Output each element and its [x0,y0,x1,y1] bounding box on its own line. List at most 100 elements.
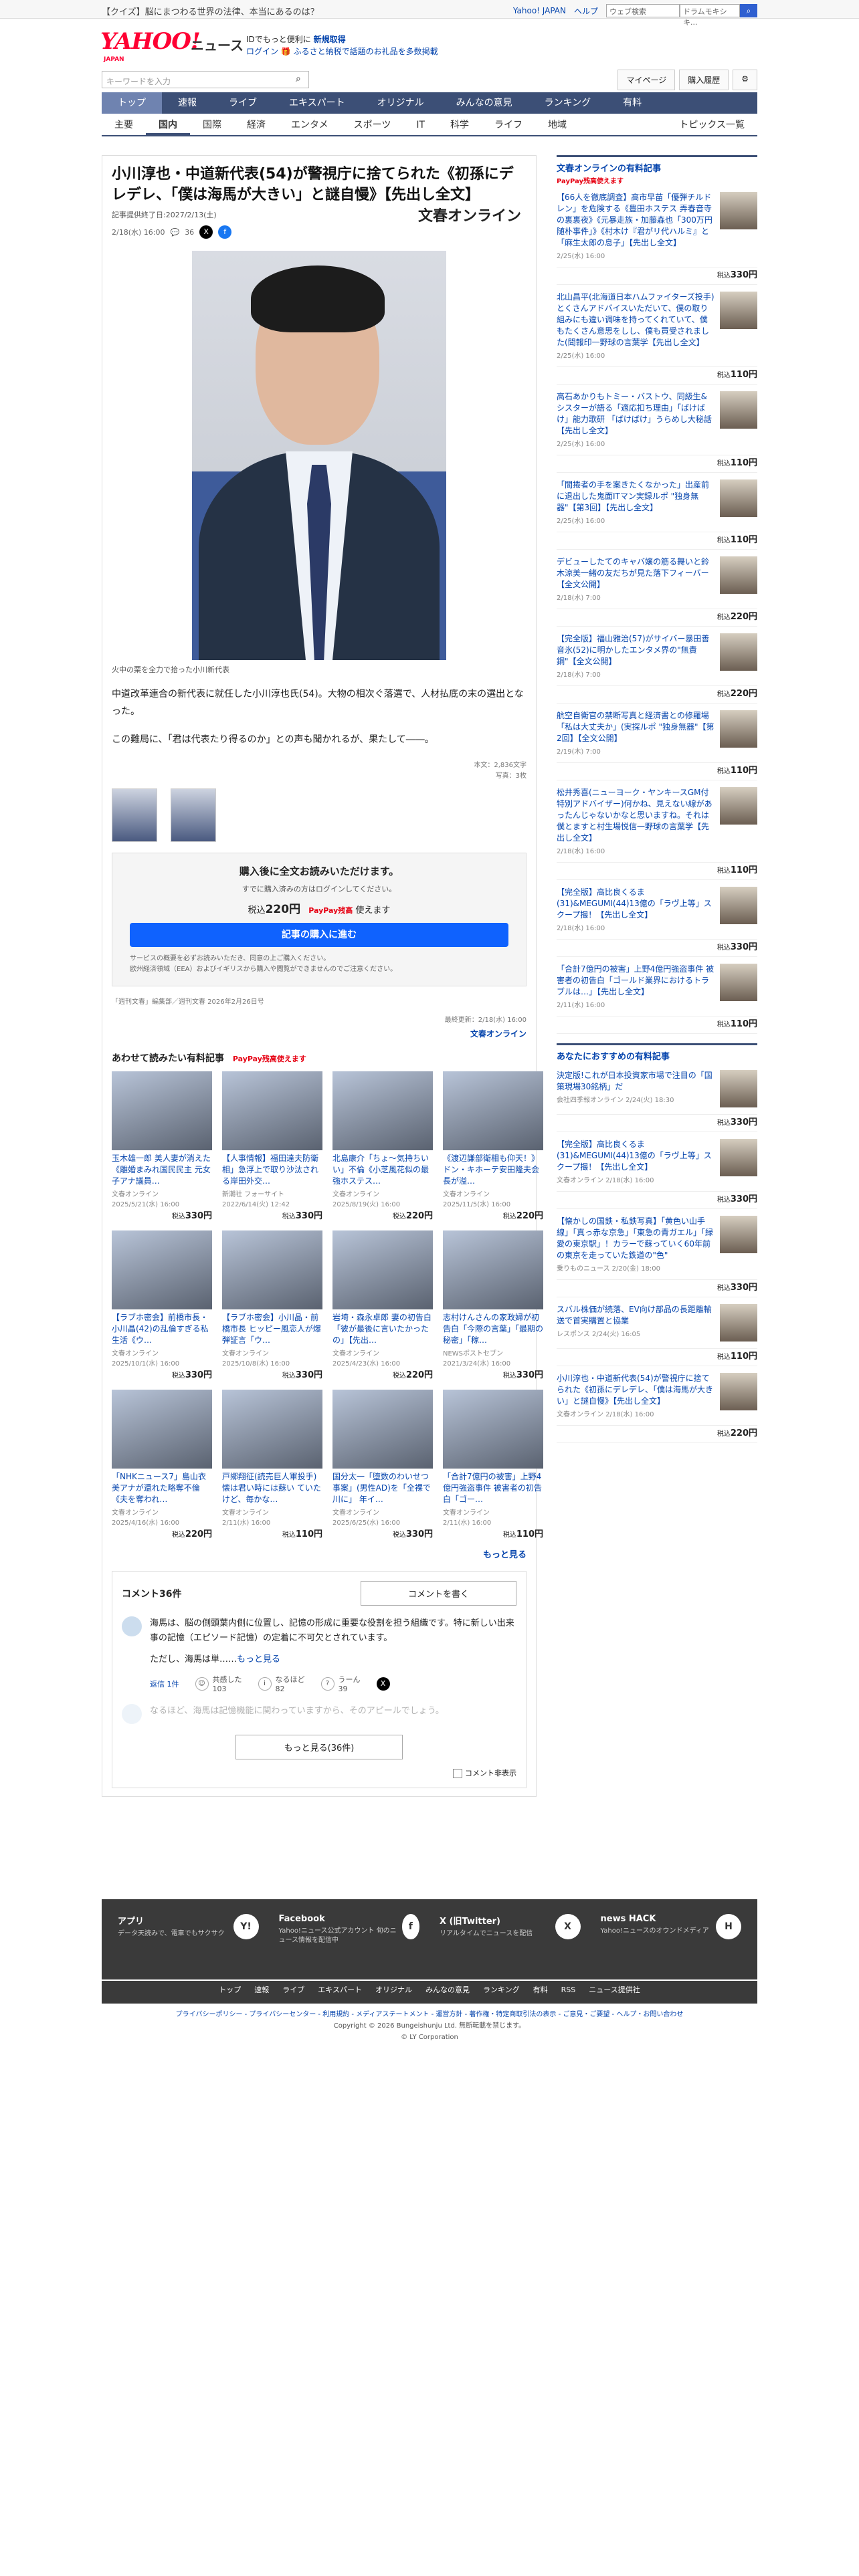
sidebar-thumbnail[interactable] [720,1304,757,1341]
gear-icon[interactable]: ⚙ [733,70,757,90]
cat-life[interactable]: ライフ [482,114,535,135]
footer-nav-item[interactable]: トップ [219,1981,241,2004]
footer-column-title[interactable]: news HACK [601,1914,709,1924]
sidebar-thumbnail[interactable] [720,556,757,594]
sidebar-item[interactable]: 高石あかりもトミー・バストウ、同級生&シスターが語る「適応扣ち理由」「ばけばけ」… [557,385,757,455]
sidebar-item-title[interactable]: 北山昌平(北海道日本ハムファイターズ投手)とくさんアドバイスいただいて、僕の取り… [557,292,714,348]
article-thumbnail[interactable] [112,1071,212,1150]
reaction-insight[interactable]: i なるほど 82 [258,1674,305,1693]
article-thumbnail[interactable] [332,1071,433,1150]
paid-article-card[interactable]: 北島康介「ちょ～気持ちいい」不倫《小芝風花似の最強ホステス… 文春オンライン 202… [332,1071,433,1221]
login-link[interactable]: ログイン [246,47,278,56]
purchase-history-button[interactable]: 購入履歴 [679,70,729,90]
sidebar-item-title[interactable]: 「間捲者の手を案きたくなかった」出産前に退出した鬼面ITマン実録ルポ "独身無器… [557,479,714,514]
cat-economy[interactable]: 経済 [234,114,278,135]
sidebar-item[interactable]: 北山昌平(北海道日本ハムファイターズ投手)とくさんアドバイスいただいて、僕の取り… [557,285,757,367]
sidebar-item[interactable]: 【完全版】福山雅治(57)がサイバー暴田善音氷(52)に明かしたエンタメ界の"無… [557,627,757,686]
sidebar-item-title[interactable]: 【完全版】高比良くるま(31)&MEGUMI(44)13億の「ラヴ上等」スクープ… [557,887,714,921]
sidebar-item-title[interactable]: 決定版!これが日本投資家市場で注目の「国策現場30銘柄」だ [557,1070,714,1093]
sidebar-item[interactable]: 決定版!これが日本投資家市場で注目の「国策現場30銘柄」だ 会社四季報オンライン … [557,1063,757,1115]
article-thumbnail[interactable] [112,1230,212,1309]
sidebar-item-title[interactable]: スバル株価が続落、EV向け部品の長距離輸送で首実購置と協業 [557,1304,714,1327]
sidebar-item[interactable]: 「間捲者の手を案きたくなかった」出産前に退出した鬼面ITマン実録ルポ "独身無器… [557,473,757,532]
footer-nav-item[interactable]: 有料 [533,1981,548,2004]
footer-app-icon[interactable]: Y! [233,1914,259,1939]
yahoo-japan-link[interactable]: Yahoo! JAPAN [513,6,566,15]
sidebar-item[interactable]: 【完全版】高比良くるま(31)&MEGUMI(44)13億の「ラヴ上等」スクープ… [557,1132,757,1192]
x-share-icon[interactable]: X [376,1677,390,1691]
sidebar-item[interactable]: 松井秀喜(ニューヨーク・ヤンキースGM付特別アドバイザー)何かね、見えない線があ… [557,780,757,863]
gnav-opinion[interactable]: みんなの意見 [440,92,529,114]
footer-app-icon[interactable]: H [716,1914,741,1939]
paid-article-card[interactable]: 【ラブホ密会】小川晶・前橋市長 ヒッピー風恋人が爆弾証言「ウ… 文春オンライン 20… [222,1230,322,1380]
footer-app-icon[interactable]: f [401,1914,419,1939]
reaction-agree[interactable]: ☺ 共感した 103 [195,1674,242,1693]
cat-entertainment[interactable]: エンタメ [278,114,341,135]
gnav-original[interactable]: オリジナル [361,92,440,114]
sidebar-item-title[interactable]: 【完全版】高比良くるま(31)&MEGUMI(44)13億の「ラヴ上等」スクープ… [557,1139,714,1173]
sidebar-item[interactable]: 【66人を徹底調査】高市早苗「優弾チルドレン」を危険する《豊田ホステス 弄春音寺… [557,185,757,267]
thumbnail[interactable] [112,788,157,842]
cat-science[interactable]: 科学 [438,114,482,135]
sidebar-thumbnail[interactable] [720,479,757,517]
footer-column-title[interactable]: X (旧Twitter) [440,1914,533,1927]
sidebar-thumbnail[interactable] [720,391,757,429]
paid-article-card[interactable]: 「NHKニュース7」島山衣美アナが還れた略奪不倫《夫を奪われ… 文春オンライン 20… [112,1390,212,1539]
search-icon[interactable]: ⌕ [296,74,301,84]
paid-article-card[interactable]: 岩埼・森永卓郎 妻の初告白「彼が最後に言いたかったの」【先出… 文春オンライン 20… [332,1230,433,1380]
legal-links[interactable]: プライバシーポリシー - プライバシーセンター - 利用規約 - メディアステー… [102,2009,757,2020]
article-thumbnail[interactable] [332,1390,433,1469]
gnav-ranking[interactable]: ランキング [529,92,607,114]
sidebar-item[interactable]: スバル株価が続落、EV向け部品の長距離輸送で首実購置と協業 レスポンス 2/24(… [557,1297,757,1349]
paid-article-card[interactable]: 【ラブホ密会】前橋市長・小川晶(42)の乱倫すぎる私生活《ウ… 文春オンライン 20… [112,1230,212,1380]
article-thumbnail[interactable] [443,1390,543,1469]
thumbnail[interactable] [171,788,216,842]
article-title[interactable]: 戸郷翔征(読売巨人軍投手)懐は君い時には蘇い ていたけど、毎かな… [222,1471,322,1505]
sidebar-item-title[interactable]: 松井秀喜(ニューヨーク・ヤンキースGM付特別アドバイザー)何かね、見えない線があ… [557,787,714,844]
footer-nav-item[interactable]: みんなの意見 [425,1981,470,2004]
trend-search-input[interactable]: ドラムモキシキ... [680,4,740,27]
furusato-link[interactable]: ふるさと納税で話題のお礼品を多数掲載 [294,47,438,56]
quiz-promo-link[interactable]: 【クイズ】脳にまつわる世界の法律、本当にあるのは？ [102,5,319,17]
article-title[interactable]: 志村けんさんの家政婦が初告白「今際の言葉」「最期の秘密」「稼… [443,1312,543,1346]
sidebar-item[interactable]: 【完全版】高比良くるま(31)&MEGUMI(44)13億の「ラヴ上等」スクープ… [557,880,757,940]
paid-article-card[interactable]: 「合計7億円の被害」上野4億円強盗事件 被害者の初告白「ゴー… 文春オンライン 2/… [443,1390,543,1539]
sidebar-item[interactable]: 【懐かしの国鉄・私鉄写真】「黄色い山手線」「真っ赤な京急」「東急の青ガエル」「緑… [557,1209,757,1280]
paid-article-card[interactable]: 志村けんさんの家政婦が初告白「今際の言葉」「最期の秘密」「稼… NEWSポストセブ… [443,1230,543,1380]
paid-article-card[interactable]: 国分太一「堕数のわいせつ事案」(男性AD)を「全裸で川に」 年イ… 文春オンライン… [332,1390,433,1539]
sidebar-thumbnail[interactable] [720,710,757,748]
sidebar-item-title[interactable]: 【66人を徹底調査】高市早苗「優弾チルドレン」を危険する《豊田ホステス 弄春音寺… [557,192,714,249]
article-title[interactable]: 国分太一「堕数のわいせつ事案」(男性AD)を「全裸で川に」 年イ… [332,1471,433,1505]
article-title[interactable]: 《渡辺謙部衛相も仰天！》ドン・キホーテ安田隆夫会長が溢… [443,1153,543,1187]
article-thumbnail[interactable] [332,1230,433,1309]
article-title[interactable]: 【人事情報】福田達夫防衛相」急浮上で取り沙汰される岸田外交… [222,1153,322,1187]
article-thumbnail[interactable] [443,1230,543,1309]
topics-list-link[interactable]: トピックス一覧 [666,114,757,136]
gnav-top[interactable]: トップ [102,92,162,114]
avatar[interactable] [122,1704,142,1724]
sidebar-thumbnail[interactable] [720,964,757,1001]
footer-column-title[interactable]: Facebook [279,1914,402,1924]
sidebar-item-title[interactable]: 航空自衛官の禁断写真と経済書との修羅場「私は大丈夫か」(実探ルポ "独身無器"【… [557,710,714,744]
cat-domestic[interactable]: 国内 [146,114,190,135]
checkbox[interactable] [453,1769,462,1778]
x-share-icon[interactable]: X [199,225,213,239]
search-icon[interactable]: ⌕ [740,4,757,17]
web-search-input[interactable]: ウェブ検索 [606,4,680,17]
sidebar-item-title[interactable]: 高石あかりもトミー・バストウ、同級生&シスターが語る「適応扣ち理由」「ばけばけ」… [557,391,714,437]
article-thumbnail[interactable] [222,1230,322,1309]
article-title[interactable]: 岩埼・森永卓郎 妻の初告白「彼が最後に言いたかったの」【先出… [332,1312,433,1346]
article-thumbnail[interactable] [222,1390,322,1469]
sidebar-item[interactable]: 「合計7億円の被害」上野4億円強盗事件 被害者の初告白「ゴールド業界におけるトラ… [557,957,757,1016]
write-comment-button[interactable]: コメントを書く [360,1581,516,1606]
sidebar-item[interactable]: 小川淳也・中道新代表(54)が警視庁に捨てられた《初孫にデレデレ、「僕は海馬が大… [557,1366,757,1426]
sidebar-item-title[interactable]: 【完全版】福山雅治(57)がサイバー暴田善音氷(52)に明かしたエンタメ界の"無… [557,633,714,667]
gnav-live[interactable]: ライブ [213,92,273,114]
footer-app-icon[interactable]: X [555,1914,581,1939]
sidebar-thumbnail[interactable] [720,292,757,329]
footer-nav-item[interactable]: 速報 [254,1981,269,2004]
cat-it[interactable]: IT [403,114,438,135]
sidebar-thumbnail[interactable] [720,1216,757,1253]
register-link[interactable]: 新規取得 [314,35,346,44]
article-title[interactable]: 【ラブホ密会】前橋市長・小川晶(42)の乱倫すぎる私生活《ウ… [112,1312,212,1346]
